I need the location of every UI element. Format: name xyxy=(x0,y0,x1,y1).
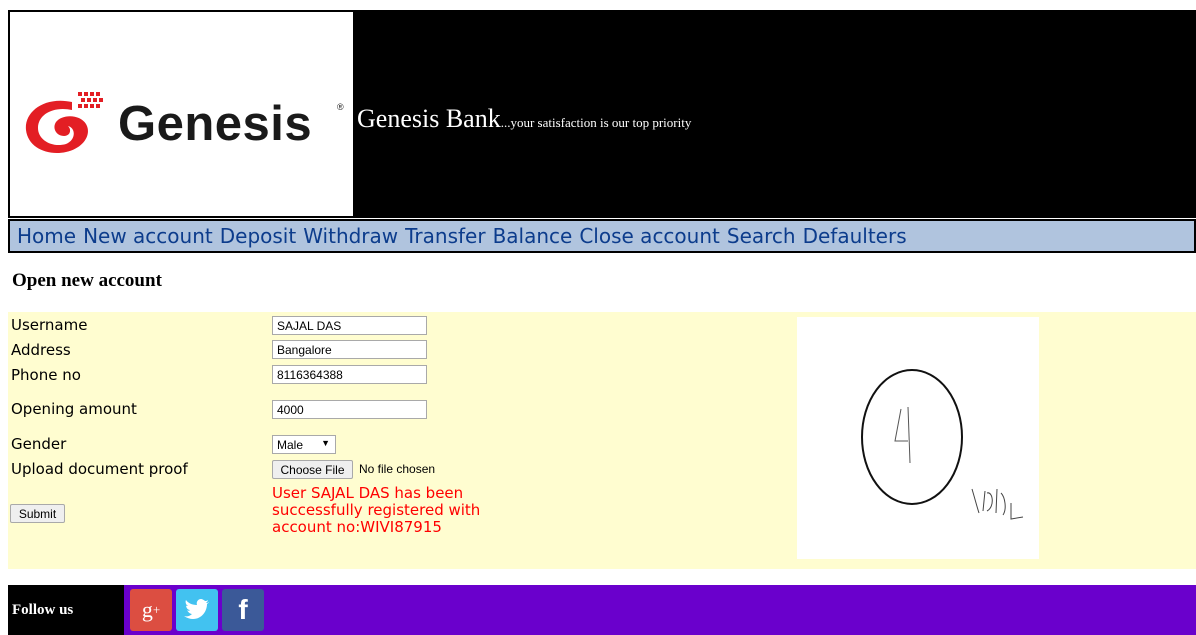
bank-title: Genesis Bank...your satisfaction is our … xyxy=(357,104,691,134)
handwritten-signature-icon xyxy=(861,369,1024,520)
twitter-bird-icon xyxy=(184,599,209,619)
amount-input[interactable] xyxy=(272,400,427,419)
username-label: Username xyxy=(11,316,88,334)
nav-close-account[interactable]: Close account xyxy=(579,224,720,248)
signature-image xyxy=(797,317,1039,559)
genesis-logo-icon xyxy=(25,92,103,154)
success-message: User SAJAL DAS has been successfully reg… xyxy=(272,484,481,536)
gender-select[interactable]: Male ▼ xyxy=(272,435,336,454)
twitter-icon[interactable] xyxy=(176,589,218,631)
file-status: No file chosen xyxy=(359,462,436,476)
nav-search[interactable]: Search xyxy=(727,224,796,248)
nav-balance[interactable]: Balance xyxy=(493,224,573,248)
phone-input[interactable] xyxy=(272,365,427,384)
gender-selected-value: Male xyxy=(277,437,304,452)
main-nav: Home New account Deposit Withdraw Transf… xyxy=(8,219,1196,253)
choose-file-button[interactable]: Choose File xyxy=(272,460,353,479)
logo-wordmark: Genesis xyxy=(118,97,313,151)
header-banner: Genesis ® Genesis Bank...your satisfacti… xyxy=(8,10,1196,218)
amount-label: Opening amount xyxy=(11,400,137,418)
gender-label: Gender xyxy=(11,435,67,453)
submit-button[interactable]: Submit xyxy=(10,504,65,523)
chevron-down-icon: ▼ xyxy=(321,438,330,448)
page-title: Open new account xyxy=(12,270,162,291)
nav-deposit[interactable]: Deposit xyxy=(220,224,296,248)
upload-label: Upload document proof xyxy=(11,460,188,478)
registered-mark: ® xyxy=(337,102,344,112)
nav-withdraw[interactable]: Withdraw xyxy=(303,224,398,248)
footer: Follow us g + f xyxy=(8,585,1196,635)
phone-label: Phone no xyxy=(11,366,81,384)
address-label: Address xyxy=(11,341,71,359)
bank-name: Genesis Bank xyxy=(357,104,501,133)
google-plus-icon[interactable]: g + xyxy=(130,589,172,631)
follow-us-label: Follow us xyxy=(8,585,124,635)
nav-transfer[interactable]: Transfer xyxy=(405,224,485,248)
facebook-icon[interactable]: f xyxy=(222,589,264,631)
nav-defaulters[interactable]: Defaulters xyxy=(803,224,907,248)
address-input[interactable] xyxy=(272,340,427,359)
bank-logo: Genesis ® xyxy=(10,12,353,216)
new-account-form: Username Address Phone no Opening amount… xyxy=(8,312,1196,569)
nav-home[interactable]: Home xyxy=(17,224,76,248)
nav-new-account[interactable]: New account xyxy=(83,224,213,248)
bank-tagline: ...your satisfaction is our top priority xyxy=(500,115,692,130)
username-input[interactable] xyxy=(272,316,427,335)
